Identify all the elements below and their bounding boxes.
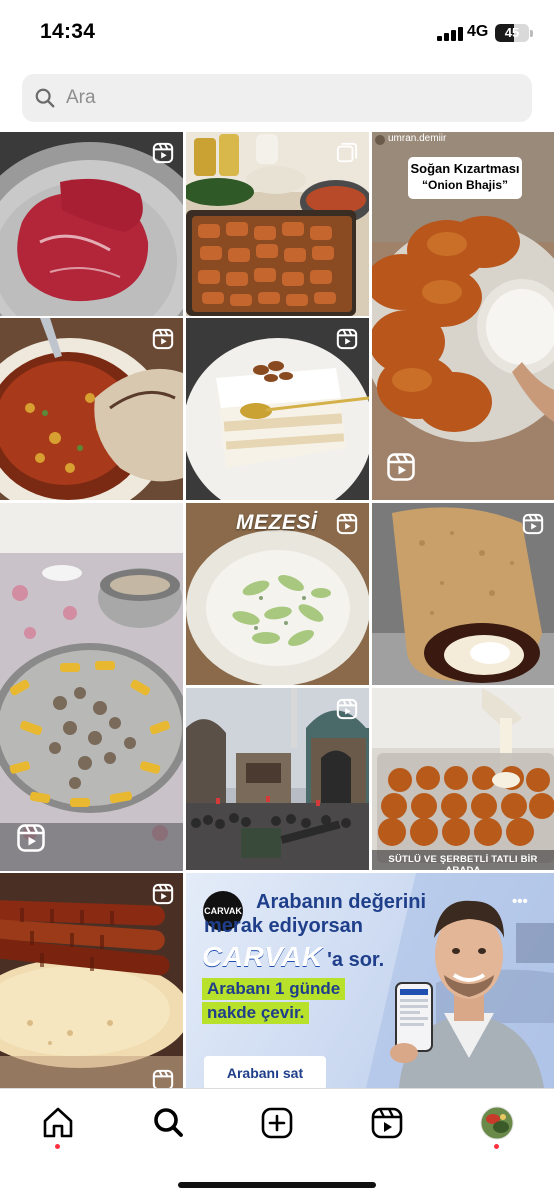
grid-item-stew[interactable] bbox=[0, 318, 183, 500]
grid-item-steak[interactable] bbox=[0, 132, 183, 316]
ad-cta-button[interactable]: Arabanı sat bbox=[204, 1056, 326, 1088]
cellular-signal-icon bbox=[437, 26, 463, 41]
search-nav-icon[interactable] bbox=[148, 1103, 188, 1143]
ad-person-image bbox=[390, 900, 544, 1088]
author-avatar bbox=[375, 135, 385, 145]
ad-more-options-icon[interactable]: ••• bbox=[512, 893, 528, 910]
carousel-icon bbox=[336, 142, 358, 163]
status-time: 14:34 bbox=[40, 20, 96, 43]
thumbnail-image bbox=[0, 503, 183, 871]
ad-offer-line2: nakde çevir. bbox=[202, 1002, 310, 1024]
sponsored-ad-carvak[interactable]: CARVAK Arabanın değerini merak ediyorsan… bbox=[186, 873, 554, 1088]
grid-item-roll-cake[interactable] bbox=[372, 503, 554, 685]
video-caption: SÜTLÜ VE ŞERBETLİ TATLI BİR ARADA bbox=[388, 854, 538, 870]
author-username: umran.demiir bbox=[388, 133, 447, 144]
home-notification-dot bbox=[55, 1144, 60, 1149]
reels-icon bbox=[387, 453, 415, 481]
reels-icon bbox=[336, 513, 358, 535]
status-bar: 14:34 4G 45 bbox=[0, 0, 554, 66]
home-indicator bbox=[178, 1182, 376, 1188]
grid-item-ceremony[interactable] bbox=[186, 688, 369, 870]
ad-headline-line2: merak ediyorsan bbox=[204, 915, 363, 937]
thumbnail-image bbox=[0, 873, 183, 1088]
home-icon[interactable] bbox=[38, 1103, 78, 1143]
grid-item-syrup-dessert[interactable]: SÜTLÜ VE ŞERBETLİ TATLI BİR ARADA bbox=[372, 688, 554, 870]
search-input[interactable] bbox=[66, 87, 506, 109]
ad-brand-tagline: 'a sor. bbox=[327, 949, 385, 971]
reels-icon bbox=[152, 328, 174, 350]
reels-icon bbox=[522, 513, 544, 535]
ad-offer-line1: Arabanı 1 günde bbox=[202, 978, 346, 1000]
grid-item-baked-tray[interactable] bbox=[186, 132, 369, 316]
profile-notification-dot bbox=[494, 1144, 499, 1149]
battery-level: 45 bbox=[504, 25, 520, 40]
ad-brand-name: CARVAK bbox=[202, 941, 323, 972]
video-title: Soğan Kızartması “Onion Bhajis” bbox=[408, 157, 522, 199]
grid-item-meze[interactable]: MEZESİ bbox=[186, 503, 369, 685]
grid-item-potatoes-meat[interactable] bbox=[0, 503, 183, 871]
network-type: 4G bbox=[467, 23, 489, 40]
reels-icon bbox=[152, 142, 174, 164]
grid-item-onion-bhajis[interactable]: umran.demiir Soğan Kızartması “Onion Bha… bbox=[372, 132, 554, 500]
video-title-line2: “Onion Bhajis” bbox=[421, 178, 508, 192]
thumbnail-image bbox=[372, 688, 554, 870]
reels-icon bbox=[336, 328, 358, 350]
search-bar[interactable] bbox=[22, 74, 532, 122]
reels-icon bbox=[17, 824, 45, 852]
video-title-line1: Soğan Kızartması bbox=[410, 161, 520, 176]
ad-brand-logo: CARVAK 'a sor. bbox=[202, 941, 384, 973]
search-icon bbox=[35, 88, 55, 108]
video-caption: MEZESİ bbox=[236, 511, 318, 534]
battery-icon: 45 bbox=[495, 24, 529, 42]
grid-item-layer-dessert[interactable] bbox=[186, 318, 369, 500]
ad-offer: Arabanı 1 günde nakde çevir. bbox=[202, 978, 346, 1024]
grid-item-adana-kebab[interactable] bbox=[0, 873, 183, 1088]
reels-icon bbox=[152, 883, 174, 905]
reels-icon bbox=[336, 698, 358, 720]
reels-nav-icon[interactable] bbox=[367, 1103, 407, 1143]
reels-icon bbox=[152, 1069, 174, 1088]
create-post-icon[interactable] bbox=[257, 1103, 297, 1143]
profile-avatar[interactable] bbox=[477, 1103, 517, 1143]
